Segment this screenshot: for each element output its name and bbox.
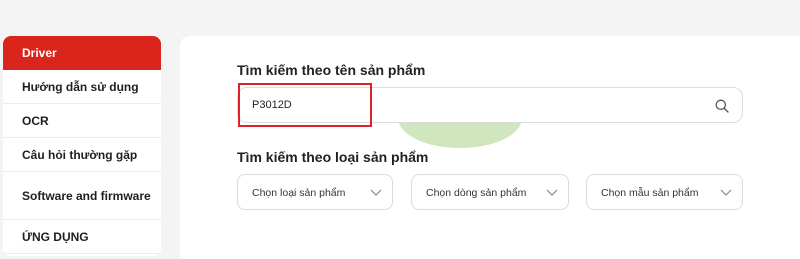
search-icon[interactable] (714, 98, 730, 114)
search-input-value: P3012D (252, 99, 292, 111)
sidebar: Driver Hướng dẫn sử dụng OCR Câu hỏi thư… (3, 36, 161, 256)
search-by-type-title: Tìm kiếm theo loại sản phẩm (237, 149, 429, 165)
sidebar-item-user-guide[interactable]: Hướng dẫn sử dụng (3, 70, 161, 104)
search-panel: Tìm kiếm theo tên sản phẩm TTP P3012D Tì… (180, 36, 800, 259)
chevron-down-icon (370, 189, 382, 196)
product-model-select[interactable]: Chọn mẫu sản phẩm (586, 174, 743, 210)
select-label: Chọn mẫu sản phẩm (601, 187, 699, 199)
sidebar-item-software-firmware[interactable]: Software and firmware (3, 172, 161, 220)
chevron-down-icon (546, 189, 558, 196)
product-type-select[interactable]: Chọn loại sản phẩm (237, 174, 393, 210)
sidebar-item-driver[interactable]: Driver (3, 36, 161, 70)
chevron-down-icon (720, 189, 732, 196)
select-label: Chọn dòng sản phẩm (426, 187, 527, 199)
product-name-search-input[interactable]: P3012D (237, 87, 743, 123)
driver-page: Driver Hướng dẫn sử dụng OCR Câu hỏi thư… (0, 0, 800, 259)
product-line-select[interactable]: Chọn dòng sản phẩm (411, 174, 569, 210)
sidebar-item-faq[interactable]: Câu hỏi thường gặp (3, 138, 161, 172)
select-label: Chọn loại sản phẩm (252, 187, 346, 199)
search-by-name-title: Tìm kiếm theo tên sản phẩm (237, 62, 426, 78)
sidebar-item-applications[interactable]: ỨNG DỤNG (3, 220, 161, 254)
sidebar-item-ocr[interactable]: OCR (3, 104, 161, 138)
